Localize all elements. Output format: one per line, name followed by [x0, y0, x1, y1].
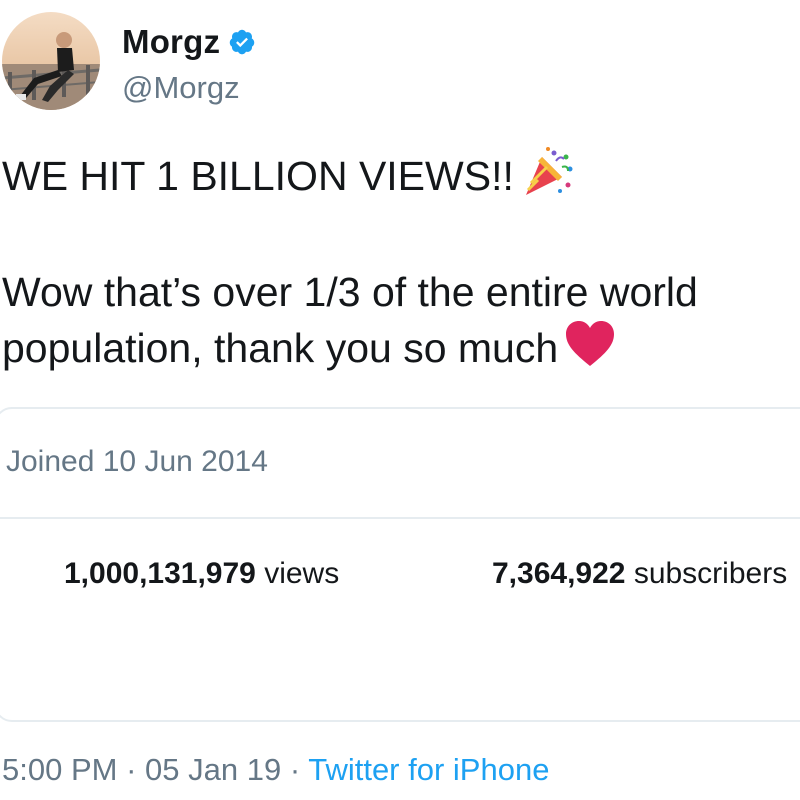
author-handle[interactable]: @Morgz — [122, 70, 240, 106]
tweet-source-link[interactable]: Twitter for iPhone — [308, 752, 549, 787]
subscribers-label: subscribers — [633, 557, 788, 590]
avatar[interactable] — [2, 12, 100, 110]
tweet-footer: 5:00 PM · 05 Jan 19 · Twitter for iPhone — [2, 752, 549, 788]
tweet-text-line: population, thank you so much — [2, 320, 800, 382]
joined-date: Joined 10 Jun 2014 — [6, 445, 268, 478]
author-display-name[interactable]: Morgz — [122, 23, 220, 61]
views-count: 1,000,131,979 — [64, 557, 256, 590]
tweet-text-line-2: Wow that’s over 1/3 of the entire world — [2, 269, 698, 315]
tweet-text-line-3: population, thank you so much — [2, 324, 559, 371]
subscribers-count: 7,364,922 — [492, 557, 626, 590]
red-heart-icon — [564, 320, 616, 382]
profile-card[interactable]: Joined 10 Jun 2014 1,000,131,979 views 7… — [0, 407, 800, 722]
tweet-screenshot: Morgz @Morgz WE HIT 1 BILLION VIEWS!! Wo… — [0, 0, 800, 800]
tweet-time[interactable]: 5:00 PM — [2, 752, 117, 787]
card-divider — [0, 517, 800, 519]
author-name-row[interactable]: Morgz — [122, 22, 256, 62]
tweet-date[interactable]: 05 Jan 19 — [145, 752, 281, 787]
tweet-header: Morgz @Morgz — [0, 0, 800, 125]
tweet-text-line-1: WE HIT 1 BILLION VIEWS!! — [2, 152, 514, 199]
party-popper-icon — [520, 145, 574, 213]
footer-separator: · — [289, 752, 301, 787]
verified-badge-icon — [228, 28, 256, 56]
footer-separator: · — [126, 752, 137, 787]
views-stat: 1,000,131,979 views — [64, 557, 339, 591]
views-label: views — [264, 557, 340, 590]
subscribers-stat: 7,364,922 subscribers — [492, 557, 787, 591]
tweet-body: WE HIT 1 BILLION VIEWS!! Wow that’s over… — [2, 145, 800, 382]
tweet-text-line: WE HIT 1 BILLION VIEWS!! — [2, 145, 800, 213]
avatar-photo-icon — [2, 12, 100, 110]
